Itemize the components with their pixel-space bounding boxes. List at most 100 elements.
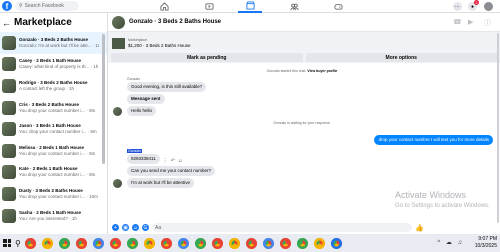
message-row: Hello hello (113, 106, 496, 116)
notifications-icon[interactable]: ● 2 (468, 0, 479, 11)
sender-name: Gonzalo (127, 77, 141, 81)
conversation-text: Dusty · 3 Beds 2 Baths House You drop you… (19, 188, 99, 200)
call-icon[interactable]: ☎ (453, 18, 462, 26)
conversation-item[interactable]: Casey · 2 Beds 1 Bath House Casey: what k… (0, 54, 107, 76)
conversation-item[interactable]: Dusty · 3 Beds 2 Baths House You drop you… (0, 183, 107, 205)
listing-bar[interactable]: Marketplace $1,200 · 3 Beds 2 Baths Hous… (108, 32, 500, 52)
taskbar-search-icon[interactable]: ⚲ (15, 239, 21, 248)
gaming-icon[interactable] (326, 0, 350, 13)
message-bubble[interactable]: Can you send me your contact number? (127, 166, 216, 176)
sidebar-scrollbar[interactable] (102, 34, 105, 164)
home-icon[interactable] (152, 0, 176, 13)
windows-taskbar: ⚲ ^ ☁ ♫ 9:07 PM 10/3/2025 (0, 234, 500, 252)
my-message-row: drop your contact numbre I will text you… (108, 135, 496, 145)
reply-sender: Gonzalo (127, 149, 496, 153)
taskbar-app-icon[interactable] (24, 237, 36, 249)
conversation-item[interactable]: Melissa · 2 Beds 1 Bath House You drop yo… (0, 140, 107, 162)
taskbar-app-icon[interactable] (143, 237, 155, 249)
conversation-item[interactable]: Kate · 2 Beds 1 Bath House You drop your … (0, 162, 107, 184)
search-input[interactable]: ⚲ Search Facebook (15, 1, 79, 11)
conversation-item[interactable]: Jason · 3 Beds 1 Bath House You: drop you… (0, 118, 107, 140)
marketplace-icon[interactable] (238, 0, 262, 13)
photo-icon[interactable]: ▣ (122, 224, 129, 231)
top-bar: f ⚲ Search Facebook ⋯ ● 2 (0, 0, 500, 13)
clock[interactable]: 9:07 PM 10/3/2025 (475, 236, 497, 250)
conversation-preview: Gonzalo: I'm at work but I'll be atte...… (19, 42, 99, 48)
taskbar-app-icon[interactable] (313, 237, 325, 249)
watermark-subtitle: Go to Settings to activate Windows. (395, 203, 490, 209)
taskbar-app-icon[interactable] (262, 237, 274, 249)
listing-price: $1,200 · 3 Beds 2 Baths House (128, 43, 191, 48)
composer: + ▣ ☺ G Aa 👍 (108, 221, 500, 234)
sidebar-header: ← Marketplace (0, 13, 107, 32)
more-options-button[interactable]: More options (305, 53, 497, 62)
taskbar-app-icon[interactable] (296, 237, 308, 249)
facebook-logo[interactable]: f (2, 1, 12, 11)
message-row: Message sent (113, 94, 496, 104)
search-icon: ⚲ (19, 3, 23, 9)
conversation-item[interactable]: Rodrigo · 3 Beds 2 Baths House A contact … (0, 75, 107, 97)
system-tray-icons[interactable]: ^ ☁ ♫ (437, 239, 464, 246)
conversation-preview: Casey: what kind of property is th... · … (19, 64, 99, 70)
conversation-item[interactable]: Cris · 3 Beds 2 Baths House You drop your… (0, 97, 107, 119)
chat-scrollbar[interactable] (497, 33, 499, 223)
taskbar-app-icon[interactable] (228, 237, 240, 249)
react-icon[interactable]: ☺ (178, 158, 183, 164)
taskbar-app-icon[interactable] (330, 237, 342, 249)
video-icon[interactable] (197, 0, 221, 13)
taskbar-app-icon[interactable] (41, 237, 53, 249)
message-bubble[interactable]: Good evening, is this still available? (127, 82, 207, 92)
back-arrow-icon[interactable]: ← (2, 18, 11, 28)
message-bubble[interactable]: 9293338411 (127, 154, 160, 164)
conversation-text: Kate · 2 Beds 1 Bath House You drop your … (19, 166, 99, 178)
clock-time: 9:07 PM (478, 236, 497, 242)
listing-actions: Mark as pending More options (108, 52, 500, 63)
taskbar-app-icon[interactable] (109, 237, 121, 249)
watermark-title: Activate Windows (395, 190, 467, 200)
plus-icon[interactable]: + (112, 224, 119, 231)
sender-avatar[interactable] (113, 179, 122, 188)
chat-avatar[interactable] (112, 15, 125, 29)
groups-icon[interactable] (282, 0, 306, 13)
message-input[interactable]: Aa (152, 223, 412, 232)
view-buyer-profile-link[interactable]: View buyer profile (307, 69, 337, 73)
video-call-icon[interactable]: ▶ (468, 18, 473, 26)
taskbar-app-icon[interactable] (75, 237, 87, 249)
taskbar-app-icon[interactable] (194, 237, 206, 249)
taskbar-app-icon[interactable] (126, 237, 138, 249)
sender-avatar[interactable] (113, 107, 122, 116)
chat-title[interactable]: Gonzalo · 3 Beds 2 Baths House (129, 19, 221, 25)
message-bubble[interactable]: I'm at work but I'll be attentive (127, 178, 194, 188)
conversation-preview: You drop your contact number i... · 8m (19, 107, 96, 113)
conversation-item[interactable]: Sasha · 2 Beds 1 Bath House You: Are you … (0, 205, 107, 227)
message-bubble[interactable]: Message sent (127, 94, 165, 104)
menu-grid-icon[interactable]: ⋯ (453, 2, 462, 11)
taskbar-app-icon[interactable] (279, 237, 291, 249)
info-icon[interactable]: ⓘ (484, 18, 491, 28)
sidebar-title: Marketplace (14, 17, 72, 28)
taskbar-app-icon[interactable] (92, 237, 104, 249)
taskbar-app-icon[interactable] (177, 237, 189, 249)
conversation-text: Gonzalo · 3 Beds 2 Baths House Gonzalo: I… (19, 37, 99, 49)
gif-icon[interactable]: G (142, 224, 149, 231)
chat-header: Gonzalo · 3 Beds 2 Baths House ☎ ▶ ⓘ (108, 13, 500, 32)
mark-pending-button[interactable]: Mark as pending (111, 53, 303, 62)
taskbar-app-icon[interactable] (160, 237, 172, 249)
marketplace-sidebar: ← Marketplace Gonzalo · 3 Beds 2 Baths H… (0, 13, 108, 234)
conversation-text: Melissa · 2 Beds 1 Bath House You drop yo… (19, 145, 99, 157)
listing-thumbnail (2, 100, 16, 115)
sticker-icon[interactable]: ☺ (132, 224, 139, 231)
taskbar-app-icon[interactable] (211, 237, 223, 249)
like-icon[interactable]: 👍 (415, 224, 424, 232)
reply-icon[interactable]: ↶ (171, 158, 175, 164)
taskbar-app-icon[interactable] (58, 237, 70, 249)
my-message-bubble[interactable]: drop your contact numbre I will text you… (374, 135, 493, 145)
message-actions: ⋮ ↶ ☺ (163, 158, 183, 164)
message-bubble[interactable]: Hello hello (127, 106, 157, 116)
conversation-item[interactable]: Gonzalo · 3 Beds 2 Baths House Gonzalo: I… (0, 32, 107, 54)
conversation-preview: You: Are you interested? · 1h (19, 215, 77, 221)
windows-start-icon[interactable] (3, 239, 11, 247)
taskbar-app-icon[interactable] (245, 237, 257, 249)
more-icon[interactable]: ⋮ (163, 158, 168, 164)
profile-avatar[interactable] (484, 2, 493, 11)
